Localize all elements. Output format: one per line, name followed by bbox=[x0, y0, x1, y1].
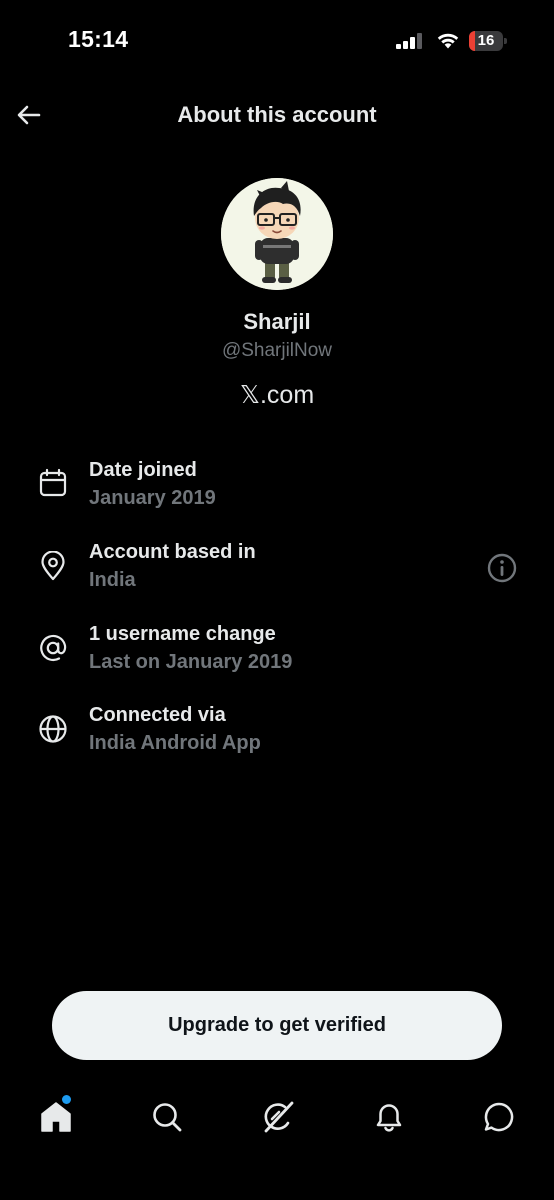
battery-level: 16 bbox=[477, 32, 495, 49]
location-pin-icon bbox=[41, 551, 65, 581]
at-sign-icon bbox=[40, 634, 67, 662]
profile-name: Sharjil bbox=[243, 309, 311, 334]
site-label: 𝕏.com bbox=[0, 380, 554, 410]
globe-icon bbox=[39, 715, 67, 743]
detail-title-account-based-in: Account based in bbox=[89, 541, 256, 563]
profile-handle: @SharjilNow bbox=[221, 340, 333, 361]
site-suffix: .com bbox=[259, 381, 315, 409]
cellular-signal-icon bbox=[396, 33, 422, 49]
home-icon[interactable] bbox=[39, 1100, 73, 1134]
detail-value-account-based-in: India bbox=[89, 569, 136, 591]
info-icon[interactable] bbox=[486, 552, 518, 584]
grok-icon[interactable] bbox=[261, 1100, 295, 1134]
detail-value-username-change: Last on January 2019 bbox=[89, 651, 293, 673]
wifi-icon bbox=[437, 33, 459, 49]
battery-indicator: 16 bbox=[469, 31, 509, 51]
avatar-illustration bbox=[221, 178, 333, 290]
detail-title-username-change: 1 username change bbox=[89, 623, 276, 645]
x-logo-glyph: 𝕏 bbox=[239, 380, 260, 409]
battery-tip bbox=[504, 38, 507, 44]
messages-icon[interactable] bbox=[482, 1100, 516, 1134]
avatar[interactable] bbox=[221, 178, 333, 290]
calendar-icon bbox=[39, 468, 67, 497]
detail-value-date-joined: January 2019 bbox=[89, 487, 216, 509]
notification-dot bbox=[62, 1095, 71, 1104]
search-icon[interactable] bbox=[150, 1100, 184, 1134]
upgrade-verified-button[interactable]: Upgrade to get verified bbox=[52, 991, 502, 1060]
detail-value-connected-via: India Android App bbox=[89, 732, 261, 754]
bell-icon[interactable] bbox=[372, 1100, 406, 1134]
detail-title-date-joined: Date joined bbox=[89, 459, 197, 481]
page-title: About this account bbox=[177, 102, 377, 127]
status-time: 15:14 bbox=[68, 26, 129, 52]
detail-title-connected-via: Connected via bbox=[89, 704, 226, 726]
